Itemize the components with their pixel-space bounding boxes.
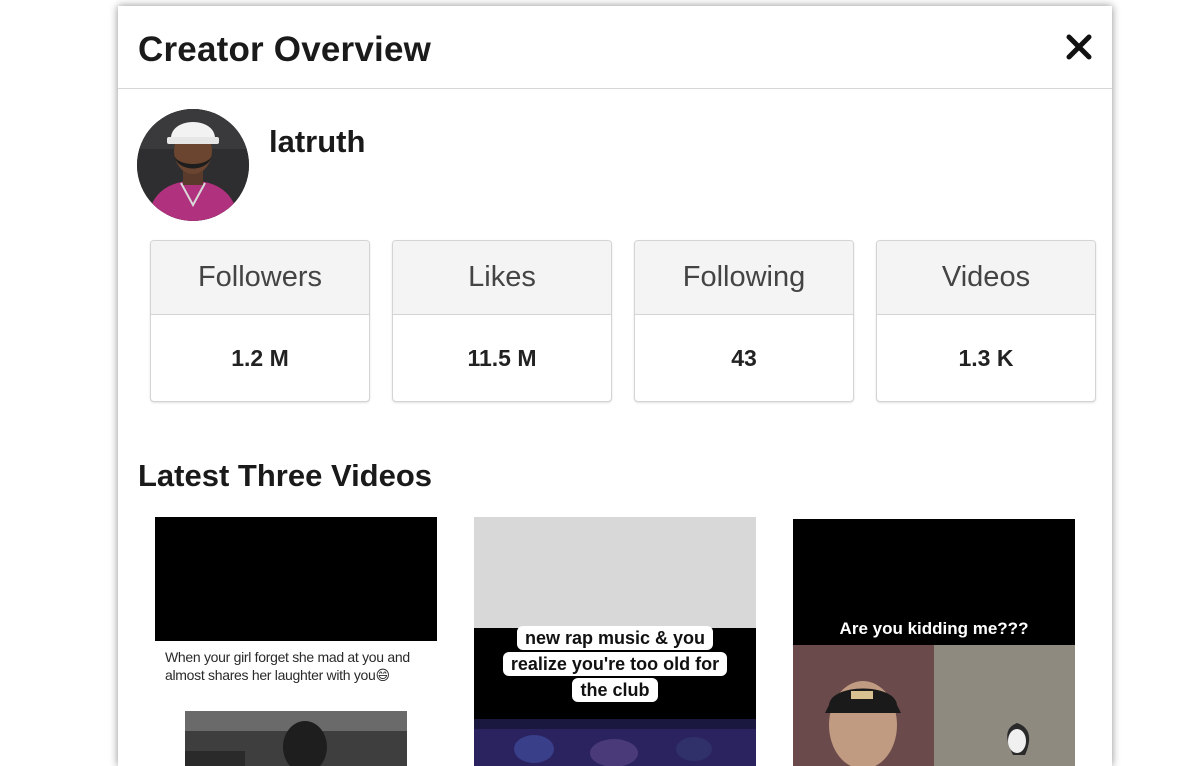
stat-label: Videos xyxy=(877,241,1095,315)
modal-header: Creator Overview xyxy=(118,6,1112,89)
stat-value: 1.3 K xyxy=(958,344,1014,371)
stat-label: Likes xyxy=(393,241,611,315)
stat-label: Following xyxy=(635,241,853,315)
stat-label: Followers xyxy=(151,241,369,315)
video-thumbnail-2[interactable]: new rap music & you realize you're too o… xyxy=(474,517,756,766)
video-still xyxy=(474,719,756,766)
video-still-top xyxy=(474,517,756,628)
video-still xyxy=(793,645,1075,766)
latest-videos-title: Latest Three Videos xyxy=(138,458,433,493)
video-caption-box: new rap music & you realize you're too o… xyxy=(494,625,736,703)
creator-username: latruth xyxy=(269,124,366,159)
video-still xyxy=(155,711,437,766)
video-caption: When your girl forget she mad at you and… xyxy=(155,641,437,711)
avatar[interactable] xyxy=(137,109,249,221)
video-thumbnail-3[interactable]: Are you kidding me??? xyxy=(793,519,1075,766)
stat-card-following: Following 43 xyxy=(634,240,854,402)
stat-value: 43 xyxy=(731,344,757,371)
stat-value: 11.5 M xyxy=(467,344,537,371)
stat-card-followers: Followers 1.2 M xyxy=(150,240,370,402)
modal-title: Creator Overview xyxy=(138,30,432,69)
video-caption: Are you kidding me??? xyxy=(839,619,1029,638)
close-icon[interactable] xyxy=(1064,32,1094,62)
stat-card-likes: Likes 11.5 M xyxy=(392,240,612,402)
video-thumbnail-1[interactable]: When your girl forget she mad at you and… xyxy=(155,517,437,766)
video-caption: new rap music & you realize you're too o… xyxy=(502,626,728,702)
stat-card-videos: Videos 1.3 K xyxy=(876,240,1096,402)
creator-overview-modal: Creator Overview latruth Followers 1.2 M… xyxy=(118,6,1112,766)
stat-value: 1.2 M xyxy=(231,344,289,371)
